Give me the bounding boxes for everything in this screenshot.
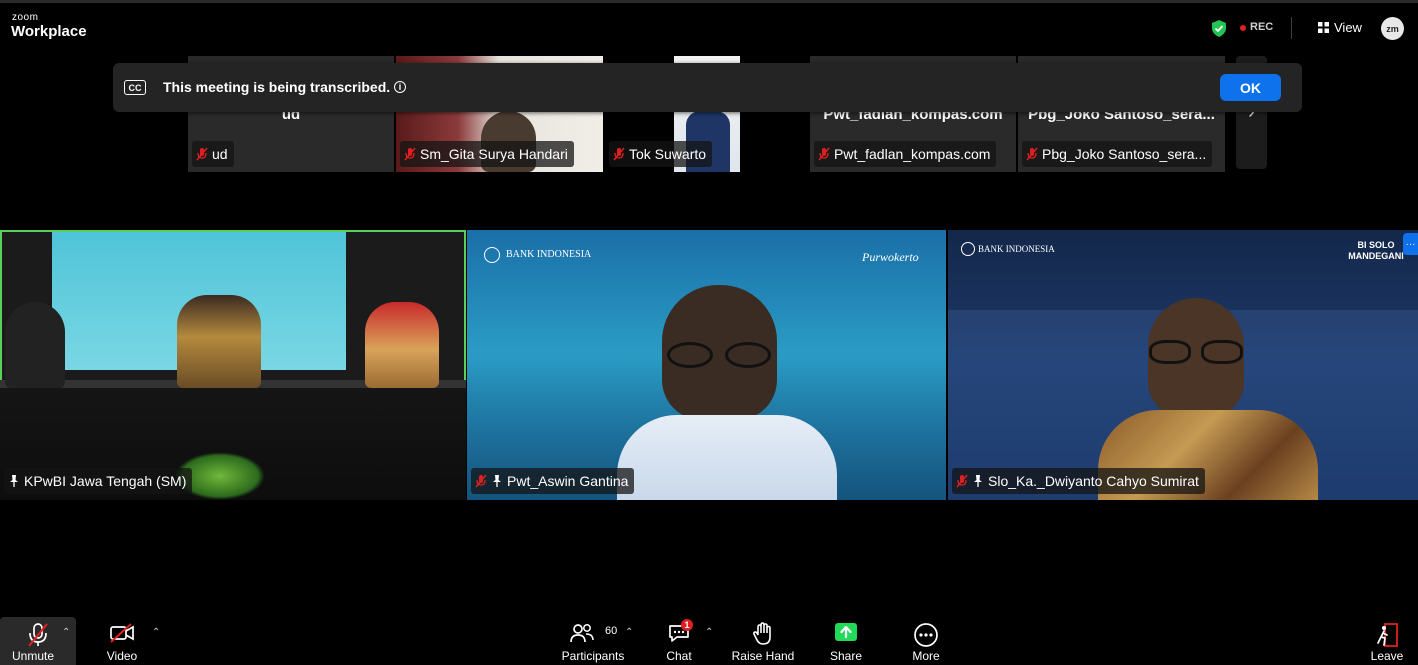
avatar[interactable]: zm [1381,17,1404,40]
mic-muted-icon [1026,147,1038,161]
participant-name: Tok Suwarto [629,146,707,162]
mic-muted-icon [613,147,625,161]
pin-icon [974,475,982,487]
bank-logo-icon [961,242,975,256]
participant-name: Pwt_Aswin Gantina [507,473,629,489]
view-grid-icon [1318,22,1329,33]
recording-dot-icon [1240,25,1246,31]
unmute-button[interactable]: Unmute [0,617,76,665]
raise-hand-button[interactable]: Raise Hand [726,617,800,665]
chat-button[interactable]: 1 Chat [656,617,702,665]
recording-indicator[interactable]: REC [1250,21,1273,33]
video-tile-active-speaker[interactable]: KPwBI Jawa Tengah (SM) [0,230,466,500]
background-event-text: BI SOLO MANDEGANI [1348,240,1404,261]
security-shield-icon[interactable] [1211,20,1227,37]
mic-muted-icon [818,147,830,161]
glasses-icon [1149,340,1245,364]
share-button[interactable]: Share [822,617,870,665]
participant-name-tag: Slo_Ka._Dwiyanto Cahyo Sumirat [952,468,1205,494]
mic-muted-icon [475,474,487,488]
brand-logo-small: zoom [12,12,39,23]
unmute-label: Unmute [11,649,55,663]
mic-muted-icon [956,474,968,488]
video-label: Video [106,649,138,663]
chat-label: Chat [666,649,692,663]
tile-more-options-icon[interactable]: ··· [1403,233,1418,255]
participant-name-tag: Pwt_Aswin Gantina [471,468,635,494]
participants-button[interactable]: 60 Participants [556,617,630,665]
background-brand-text: BANK INDONESIA [978,244,1055,254]
raise-hand-label: Raise Hand [731,649,795,663]
leave-label: Leave [1370,649,1404,663]
speaker-figure [365,302,439,388]
leave-button[interactable]: Leave [1364,617,1410,665]
audio-options-chevron-icon[interactable]: ⌃ [62,627,70,638]
participant-name-tag: Sm_Gita Surya Handari [400,141,574,167]
speaker-figure [5,302,65,388]
chat-options-chevron-icon[interactable]: ⌃ [705,627,713,638]
speaker-shirt [617,415,837,500]
background-brand-text: BANK INDONESIA [506,249,592,260]
video-off-icon [110,623,134,643]
transcription-banner: CC This meeting is being transcribed. i … [113,63,1302,112]
brand-logo-large: Workplace [11,23,87,40]
pin-icon [10,475,18,487]
participant-name: Slo_Ka._Dwiyanto Cahyo Sumirat [988,473,1199,489]
participants-count: 60 [605,625,618,637]
participant-name-tag: Pbg_Joko Santoso_sera... [1022,141,1213,167]
banner-message: This meeting is being transcribed. [163,79,391,95]
info-icon[interactable]: i [394,81,406,93]
share-screen-icon [835,623,857,641]
more-button[interactable]: More [902,617,950,665]
leave-door-icon [1377,623,1398,647]
bank-logo-icon [484,247,500,263]
closed-captions-icon: CC [124,80,146,95]
background-city-text: Purwokerto [862,250,919,264]
view-button[interactable]: View [1334,20,1362,35]
participant-name-tag: Tok Suwarto [609,141,713,167]
participant-name-tag: KPwBI Jawa Tengah (SM) [4,468,193,494]
share-label: Share [829,649,863,663]
more-label: More [912,649,940,663]
video-options-chevron-icon[interactable]: ⌃ [152,627,160,638]
participant-name: ud [212,146,228,162]
video-button[interactable]: Video [96,617,148,665]
participant-name-tag: ud [192,141,234,167]
participants-label: Participants [561,649,625,663]
participant-name: Pbg_Joko Santoso_sera... [1042,146,1207,162]
window-top-border [0,0,1418,3]
glasses-icon [667,342,773,368]
more-options-icon [914,623,938,647]
ok-button[interactable]: OK [1220,74,1281,101]
participant-name: Sm_Gita Surya Handari [420,146,568,162]
mic-muted-icon [28,623,48,647]
participants-options-chevron-icon[interactable]: ⌃ [625,627,633,638]
participant-name: KPwBI Jawa Tengah (SM) [24,473,187,489]
participant-name: Pwt_fadlan_kompas.com [834,146,991,162]
speaker-figure [177,295,261,388]
video-tile[interactable]: BANK INDONESIA Purwokerto Pwt_Aswin Gant… [467,230,946,500]
video-tile[interactable]: BANK INDONESIA BI SOLO MANDEGANI Slo_Ka.… [948,230,1418,500]
mic-muted-icon [196,147,208,161]
header-divider [1291,17,1292,39]
chat-badge: 1 [681,619,693,631]
participants-icon [570,624,594,643]
participant-name-tag: Pwt_fadlan_kompas.com [814,141,997,167]
raise-hand-icon [753,622,771,645]
mic-muted-icon [404,147,416,161]
pin-icon [493,475,501,487]
